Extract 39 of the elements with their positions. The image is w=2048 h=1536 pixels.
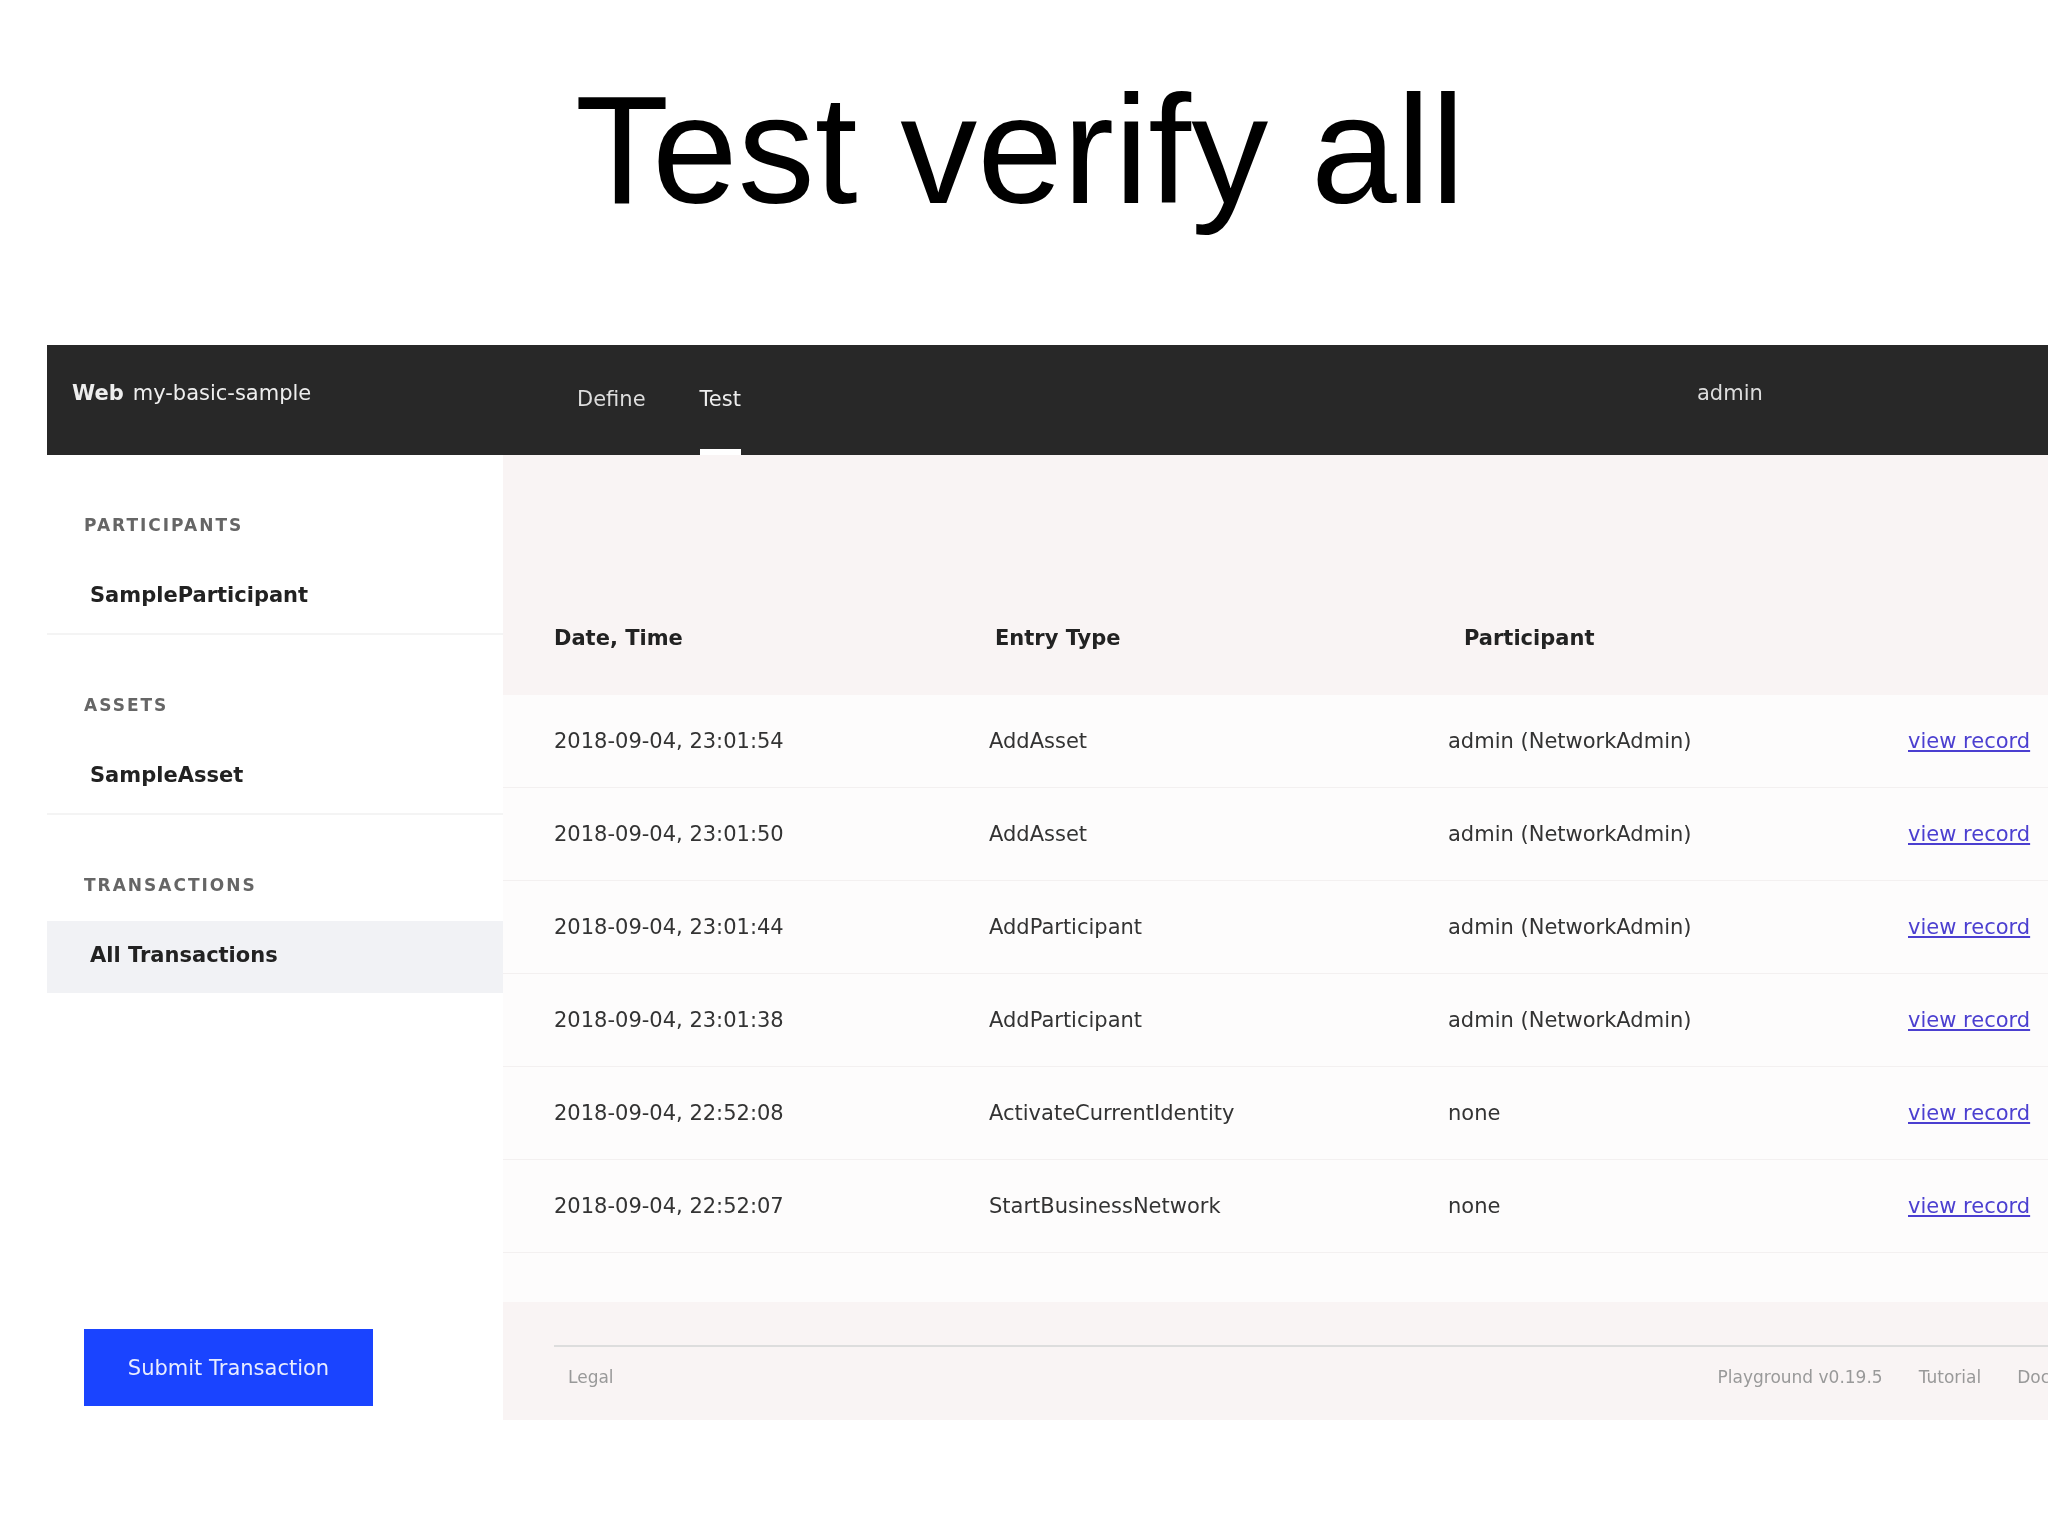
table-cell-text: none — [1448, 1194, 1502, 1218]
sidebar-item[interactable]: SampleAsset — [47, 741, 503, 813]
table-cell-text: 2018-09-04, 23:01:38 — [554, 1008, 785, 1032]
table-cell-text: AddAsset — [989, 729, 1089, 753]
table-cell-text: admin (NetworkAdmin) — [1448, 1008, 1693, 1032]
column-header: Date, Time — [554, 625, 684, 650]
view-record-link[interactable]: view record — [1908, 822, 2031, 846]
column-header: Participant — [1464, 625, 1596, 650]
user-name[interactable]: admin — [1697, 381, 1763, 405]
submit-button[interactable]: Submit Transaction — [84, 1329, 373, 1406]
table-cell-text: 2018-09-04, 23:01:50 — [554, 822, 785, 846]
table-cell-text: AddParticipant — [989, 915, 1144, 939]
view-record-link[interactable]: view record — [1908, 915, 2031, 939]
table-cell-text: StartBusinessNetwork — [989, 1194, 1222, 1218]
table-cell-text: 2018-09-04, 23:01:54 — [554, 729, 785, 753]
view-record-link[interactable]: view record — [1908, 1101, 2031, 1125]
table-cell-text: AddAsset — [989, 822, 1089, 846]
table-cell-text: AddParticipant — [989, 1008, 1144, 1032]
view-record-link[interactable]: view record — [1908, 1194, 2031, 1218]
project-name: my-basic-sample — [132, 381, 312, 405]
table-cell-text: admin (NetworkAdmin) — [1448, 822, 1693, 846]
brand-label: Web — [72, 381, 124, 405]
view-record-link[interactable]: view record — [1908, 729, 2031, 753]
table-cell-text: 2018-09-04, 22:52:07 — [554, 1194, 785, 1218]
sidebar-item[interactable]: All Transactions — [47, 921, 503, 993]
section-heading: PARTICIPANTS — [83, 515, 245, 535]
table-cell-text: admin (NetworkAdmin) — [1448, 915, 1693, 939]
view-record-link[interactable]: view record — [1908, 1008, 2031, 1032]
sidebar-item[interactable]: SampleParticipant — [47, 561, 503, 633]
column-header: Entry Type — [995, 625, 1122, 650]
table-cell-text: admin (NetworkAdmin) — [1448, 729, 1693, 753]
section-heading: TRANSACTIONS — [83, 875, 258, 895]
table-cell-text: 2018-09-04, 23:01:44 — [554, 915, 785, 939]
nav-tab[interactable]: Define — [577, 345, 646, 455]
table-cell-text: none — [1448, 1101, 1502, 1125]
table-cell-text: ActivateCurrentIdentity — [989, 1101, 1236, 1125]
table-cell-text: 2018-09-04, 22:52:08 — [554, 1101, 785, 1125]
slide-title: Test verify all — [574, 63, 1466, 238]
section-heading: ASSETS — [83, 695, 170, 715]
